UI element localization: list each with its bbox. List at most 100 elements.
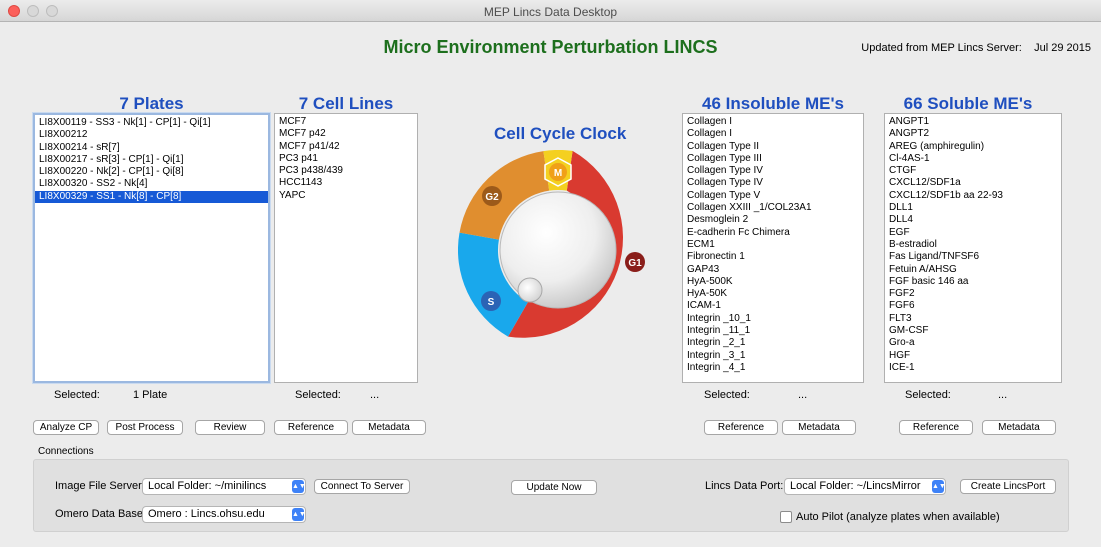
insoluble-list[interactable]: Collagen I Collagen I Collagen Type II Coll… [682, 113, 864, 383]
list-item[interactable]: GAP43 [683, 264, 863, 276]
list-item[interactable]: GM-CSF [885, 325, 1061, 337]
list-item[interactable]: EGF [885, 227, 1061, 239]
list-item[interactable]: B-estradiol [885, 239, 1061, 251]
list-item[interactable]: LI8X00320 - SS2 - Nk[4] [35, 178, 268, 190]
list-item[interactable]: Integrin _10_1 [683, 313, 863, 325]
clock-knob[interactable] [499, 191, 617, 309]
image-server-value: Local Folder: ~/minilincs [148, 480, 267, 492]
list-item[interactable]: PC3 p438/439 [275, 165, 417, 177]
list-item[interactable]: Integrin _2_1 [683, 337, 863, 349]
omero-label: Omero Data Base: [55, 508, 147, 520]
cell-lines-metadata-button[interactable]: Metadata [352, 420, 426, 435]
insoluble-heading: 46 Insoluble ME's [702, 94, 844, 113]
lincs-port-label: Lincs Data Port: [705, 480, 784, 492]
list-item[interactable]: Integrin _11_1 [683, 325, 863, 337]
insoluble-metadata-button[interactable]: Metadata [782, 420, 856, 435]
analyze-cp-button[interactable]: Analyze CP [33, 420, 99, 435]
list-item[interactable]: Desmoglein 2 [683, 214, 863, 226]
connections-label: Connections [38, 446, 94, 457]
list-item[interactable]: FLT3 [885, 313, 1061, 325]
lincs-port-select[interactable]: Local Folder: ~/LincsMirror ▲▼ [784, 478, 946, 495]
image-server-label: Image File Server: [55, 480, 145, 492]
list-item[interactable]: FGF6 [885, 300, 1061, 312]
list-item[interactable]: CXCL12/SDF1b aa 22-93 [885, 190, 1061, 202]
list-item[interactable]: LI8X00212 [35, 129, 268, 141]
clock-knob-dimple[interactable] [517, 277, 543, 303]
list-item[interactable]: MCF7 p41/42 [275, 141, 417, 153]
list-item[interactable]: FGF basic 146 aa [885, 276, 1061, 288]
omero-value: Omero : Lincs.ohsu.edu [148, 508, 265, 520]
cell-cycle-clock-title: Cell Cycle Clock [494, 124, 627, 143]
list-item[interactable]: Integrin _3_1 [683, 350, 863, 362]
list-item[interactable]: Collagen Type IV [683, 165, 863, 177]
create-lincsport-button[interactable]: Create LincsPort [960, 479, 1056, 494]
list-item[interactable]: Collagen Type III [683, 153, 863, 165]
list-item[interactable]: ICAM-1 [683, 300, 863, 312]
list-item[interactable]: HCC1143 [275, 177, 417, 189]
list-item[interactable]: CTGF [885, 165, 1061, 177]
soluble-metadata-button[interactable]: Metadata [982, 420, 1056, 435]
connect-to-server-button[interactable]: Connect To Server [314, 479, 410, 494]
post-process-button[interactable]: Post Process [107, 420, 183, 435]
list-item[interactable]: Collagen XXIII _1/COL23A1 [683, 202, 863, 214]
g1-badge: G1 [625, 252, 645, 272]
insoluble-reference-button[interactable]: Reference [704, 420, 778, 435]
list-item[interactable]: DLL1 [885, 202, 1061, 214]
list-item[interactable]: Collagen Type II [683, 141, 863, 153]
list-item[interactable]: LI8X00217 - sR[3] - CP[1] - Qi[1] [35, 154, 268, 166]
list-item[interactable]: AREG (amphiregulin) [885, 141, 1061, 153]
list-item[interactable]: Collagen Type IV [683, 177, 863, 189]
list-item[interactable]: LI8X00119 - SS3 - Nk[1] - CP[1] - Qi[1] [35, 117, 268, 129]
list-item[interactable]: ANGPT1 [885, 116, 1061, 128]
list-item[interactable]: Collagen I [683, 116, 863, 128]
g2-label: G2 [485, 192, 499, 203]
image-server-select[interactable]: Local Folder: ~/minilincs ▲▼ [142, 478, 306, 495]
updated-date: Jul 29 2015 [1034, 42, 1091, 54]
list-item[interactable]: Fas Ligand/TNFSF6 [885, 251, 1061, 263]
soluble-reference-button[interactable]: Reference [899, 420, 973, 435]
list-item[interactable]: Fetuin A/AHSG [885, 264, 1061, 276]
list-item[interactable]: HyA-500K [683, 276, 863, 288]
omero-select[interactable]: Omero : Lincs.ohsu.edu ▲▼ [142, 506, 306, 523]
cell-lines-reference-button[interactable]: Reference [274, 420, 348, 435]
list-item[interactable]: Gro-a [885, 337, 1061, 349]
list-item[interactable]: LI8X00220 - Nk[2] - CP[1] - Qi[8] [35, 166, 268, 178]
cell-lines-list[interactable]: MCF7 MCF7 p42 MCF7 p41/42 PC3 p41 PC3 p438/4… [274, 113, 418, 383]
list-item[interactable]: ECM1 [683, 239, 863, 251]
list-item[interactable]: Cl-4AS-1 [885, 153, 1061, 165]
list-item[interactable]: Integrin _4_1 [683, 362, 863, 374]
list-item[interactable]: Collagen Type V [683, 190, 863, 202]
list-item[interactable]: E-cadherin Fc Chimera [683, 227, 863, 239]
list-item[interactable]: PC3 p41 [275, 153, 417, 165]
window-title: MEP Lincs Data Desktop [483, 5, 618, 19]
list-item[interactable]: MCF7 p42 [275, 128, 417, 140]
g1-label: G1 [628, 258, 642, 269]
list-item[interactable]: ICE-1 [885, 362, 1061, 374]
m-label: M [554, 168, 562, 179]
soluble-list[interactable]: ANGPT1 ANGPT2 AREG (amphiregulin) Cl-4AS-1 C… [884, 113, 1062, 383]
list-item[interactable]: HyA-50K [683, 288, 863, 300]
insoluble-selected-value: ... [798, 389, 808, 401]
list-item[interactable]: ANGPT2 [885, 128, 1061, 140]
autopilot-checkbox[interactable] [780, 511, 792, 523]
list-item[interactable]: LI8X00214 - sR[7] [35, 142, 268, 154]
select-arrows-icon: ▲▼ [932, 480, 946, 493]
plates-selected-value: 1 Plate [133, 389, 168, 401]
list-item[interactable]: FGF2 [885, 288, 1061, 300]
list-item[interactable]: LI8X00329 - SS1 - Nk[8] - CP[8] [35, 190, 268, 204]
list-item[interactable]: Fibronectin 1 [683, 251, 863, 263]
list-item[interactable]: HGF [885, 350, 1061, 362]
list-item[interactable]: YAPC [275, 190, 417, 202]
list-item[interactable]: CXCL12/SDF1a [885, 177, 1061, 189]
select-arrows-icon: ▲▼ [292, 480, 306, 493]
review-button[interactable]: Review [195, 420, 265, 435]
soluble-selected-value: ... [998, 389, 1008, 401]
list-item[interactable]: Collagen I [683, 128, 863, 140]
plates-list[interactable]: LI8X00119 - SS3 - Nk[1] - CP[1] - Qi[1] L… [33, 113, 270, 383]
update-now-button[interactable]: Update Now [511, 480, 597, 495]
list-item[interactable]: MCF7 [275, 116, 417, 128]
list-item[interactable]: DLL4 [885, 214, 1061, 226]
cell-cycle-clock[interactable]: M G2 G1 S [458, 150, 658, 350]
updated-label: Updated from MEP Lincs Server: [861, 42, 1022, 54]
autopilot-label: Auto Pilot (analyze plates when availabl… [796, 511, 1000, 523]
